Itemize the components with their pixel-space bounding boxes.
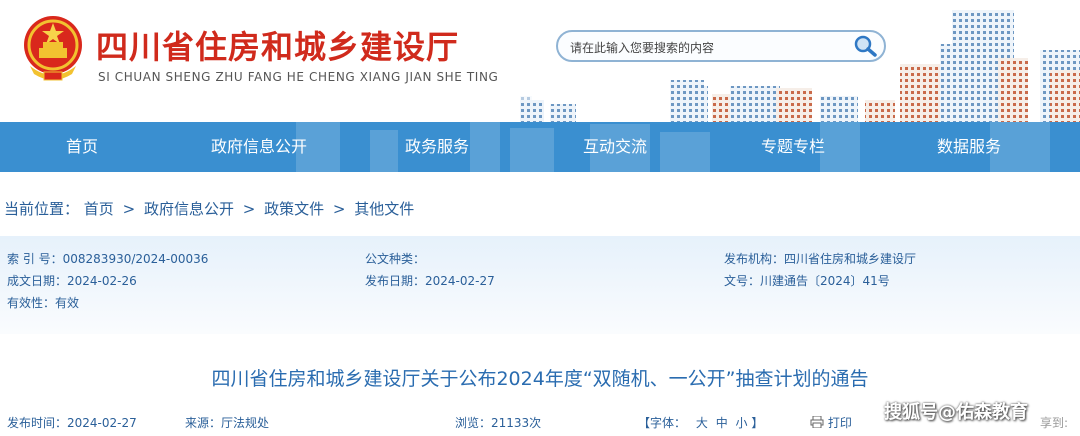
breadcrumb-separator: > (122, 200, 136, 218)
watermark: 搜狐号@佑森教育 (884, 402, 1028, 423)
breadcrumb-separator: > (242, 200, 256, 218)
national-emblem-icon (24, 16, 82, 81)
breadcrumb-home[interactable]: 首页 (84, 200, 114, 218)
validity-status: 有效性：有效 (7, 296, 80, 310)
share-label[interactable]: 享到: (1040, 414, 1068, 431)
creation-date: 成文日期：2024-02-26 (7, 274, 137, 288)
nav-item-home[interactable]: 首页 (20, 122, 144, 172)
article-title: 四川省住房和城乡建设厅关于公布2024年度“双随机、一公开”抽查计划的通告 (211, 368, 869, 390)
document-number: 文号：川建通告〔2024〕41号 (724, 274, 890, 288)
article-publish-time: 发布时间：2024-02-27 (7, 416, 137, 430)
nav-item-interaction[interactable]: 互动交流 (552, 122, 678, 172)
breadcrumb-policy-docs[interactable]: 政策文件 (264, 200, 324, 218)
main-nav: 首页 政府信息公开 政务服务 互动交流 专题专栏 数据服务 (0, 122, 1080, 172)
nav-item-topics[interactable]: 专题专栏 (730, 122, 856, 172)
skyline-illustration (520, 10, 1080, 122)
breadcrumb-gov-info[interactable]: 政府信息公开 (144, 200, 234, 218)
nav-item-services[interactable]: 政务服务 (374, 122, 500, 172)
font-size-medium[interactable]: 中 (716, 416, 728, 430)
site-title-pinyin: SI CHUAN SHENG ZHU FANG HE CHENG XIANG J… (98, 70, 499, 84)
publishing-agency: 发布机构：四川省住房和城乡建设厅 (724, 252, 917, 266)
document-info-panel: 索 引 号：008283930/2024-00036 公文种类： 发布机构：四川… (0, 236, 1080, 334)
print-label: 打印 (827, 416, 852, 430)
article-views: 浏览：21133次 (455, 416, 542, 430)
nav-item-data[interactable]: 数据服务 (906, 122, 1032, 172)
site-header: 四川省住房和城乡建设厅 SI CHUAN SHENG ZHU FANG HE C… (0, 0, 1080, 122)
print-button[interactable]: 打印 (810, 414, 852, 431)
font-size-label: 【字体： (638, 416, 687, 430)
nav-item-gov-info[interactable]: 政府信息公开 (196, 122, 322, 172)
font-size-large[interactable]: 大 (696, 416, 708, 430)
font-size-small[interactable]: 小 (736, 416, 748, 430)
site-title: 四川省住房和城乡建设厅 (96, 28, 460, 66)
breadcrumb-label: 当前位置： (4, 200, 80, 218)
breadcrumb-other-docs[interactable]: 其他文件 (354, 200, 414, 218)
printer-icon (810, 415, 824, 429)
article-source: 来源：厅法规处 (185, 416, 270, 430)
index-number: 索 引 号：008283930/2024-00036 (7, 252, 209, 266)
font-size-controls: 【字体： 大 中 小 】 (638, 414, 763, 431)
font-size-close: 】 (751, 416, 764, 430)
breadcrumb-separator: > (332, 200, 346, 218)
document-type: 公文种类： (365, 252, 426, 266)
breadcrumb: 当前位置： 首页 > 政府信息公开 > 政策文件 > 其他文件 (4, 198, 414, 219)
publish-date: 发布日期：2024-02-27 (365, 274, 495, 288)
